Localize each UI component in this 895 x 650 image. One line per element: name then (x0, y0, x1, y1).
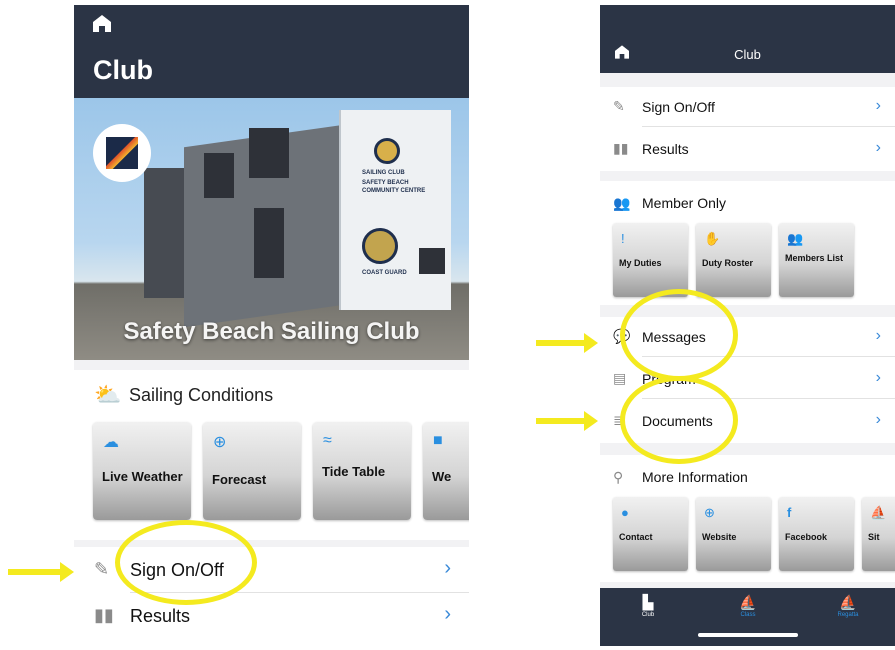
globe-icon: ⊕ (704, 505, 715, 520)
pen-icon: ✎ (613, 98, 625, 114)
tab-class[interactable]: ⛵ Class (718, 594, 778, 618)
duty-roster-tile[interactable]: ✋ Duty Roster (696, 223, 771, 297)
section-title: More Information (642, 469, 748, 485)
tile-label: Website (702, 532, 737, 542)
tab-club[interactable]: ▙ Club (618, 594, 678, 618)
book-icon: ▮▮ (94, 605, 114, 625)
top-menu-list: ✎ Sign On/Off › ▮▮ Results › (600, 87, 895, 171)
sail-icon: ⛵ (739, 594, 757, 610)
tile-label: Contact (619, 532, 653, 542)
tile-label: Duty Roster (702, 258, 754, 268)
member-only-section: 👥 Member Only ! My Duties ✋ Duty Roster … (600, 181, 895, 305)
hero-caption: Safety Beach Sailing Club (123, 318, 420, 345)
people-icon: 👥 (613, 195, 631, 211)
tile-label: Sit (868, 532, 880, 542)
row-label: Results (642, 141, 689, 157)
tile-label: My Duties (619, 258, 662, 268)
exclamation-icon: ! (621, 231, 625, 246)
building-window (254, 208, 284, 278)
tile-label: Members List (785, 253, 844, 263)
clubhouse-icon: ▙ (642, 594, 654, 610)
chevron-right-icon: › (444, 603, 451, 625)
club-header: Club (74, 5, 469, 98)
pin-icon: ● (621, 505, 629, 520)
chevron-right-icon: › (875, 139, 881, 156)
building-sign: SAILING CLUB (362, 170, 405, 176)
forecast-tile[interactable]: ⊕ Forecast (203, 422, 301, 520)
pointer-arrow (536, 411, 598, 431)
coast-guard-emblem (362, 228, 398, 264)
pen-icon: ✎ (94, 559, 110, 579)
section-title: Sailing Conditions (129, 385, 274, 405)
page-title: Club (93, 55, 153, 85)
live-weather-tile[interactable]: ☁ Live Weather (93, 422, 191, 520)
boat-icon: ⛵ (870, 505, 887, 520)
screenshot-stage: Club SAILING CLUB SAFETY BEACH COMMUNITY… (0, 0, 895, 650)
building-window (249, 128, 289, 178)
cloud-sun-icon: ☁ (103, 434, 119, 451)
club-logo (93, 124, 151, 182)
sailing-club-emblem (374, 138, 400, 164)
results-row[interactable]: ▮▮ Results › (600, 129, 895, 169)
sail-icon: ⛵ (839, 594, 857, 610)
website-tile[interactable]: ⊕ Website (696, 497, 771, 571)
chevron-right-icon: › (875, 327, 881, 344)
tab-regatta[interactable]: ⛵ Regatta (818, 594, 878, 618)
row-divider (642, 126, 895, 127)
highlight-ring (115, 520, 257, 605)
tab-label: Regatta (837, 612, 859, 618)
pin-outline-icon: ⚲ (613, 469, 624, 485)
my-duties-tile[interactable]: ! My Duties (613, 223, 688, 297)
section-title: Member Only (642, 195, 727, 211)
tab-label: Club (641, 612, 655, 618)
square-icon: ■ (433, 432, 443, 449)
chevron-right-icon: › (875, 97, 881, 114)
tile-label: Live Weather (102, 469, 183, 484)
club-header: Club (600, 5, 895, 73)
club-hero-image: SAILING CLUB SAFETY BEACH COMMUNITY CENT… (74, 98, 469, 360)
chevron-right-icon: › (444, 557, 451, 579)
more-information-section: ⚲ More Information ● Contact ⊕ Website f… (600, 455, 895, 582)
bottom-tab-bar: ▙ Club ⛵ Class ⛵ Regatta (600, 588, 895, 646)
results-row[interactable]: ▮▮ Results › (74, 593, 469, 639)
magnifier-icon: ⊕ (213, 434, 227, 451)
tile-label: Tide Table (322, 464, 386, 479)
facebook-icon: f (787, 505, 792, 520)
building-sign: COMMUNITY CENTRE (362, 188, 426, 194)
people-icon: 👥 (787, 231, 804, 246)
weather-partial-tile[interactable]: ■ We (423, 422, 469, 520)
members-list-tile[interactable]: 👥 Members List (779, 223, 854, 297)
book-icon: ▮▮ (613, 140, 629, 156)
tide-table-tile[interactable]: ≈ Tide Table (313, 422, 411, 520)
row-label: Results (130, 606, 191, 626)
tile-label: Forecast (212, 472, 267, 487)
building-sign: SAFETY BEACH (362, 180, 409, 186)
highlight-ring (620, 376, 738, 464)
building-window (419, 248, 445, 274)
tab-label: Class (740, 612, 756, 618)
home-icon[interactable] (93, 15, 111, 32)
building-window (204, 153, 234, 198)
doc-icon: ▤ (613, 370, 627, 386)
highlight-ring (620, 289, 738, 381)
home-indicator (698, 633, 798, 637)
chevron-right-icon: › (875, 411, 881, 428)
building-sign: COAST GUARD (362, 270, 407, 276)
sailing-conditions-section: ⛅ Sailing Conditions ☁ Live Weather ⊕ Fo… (74, 370, 469, 540)
tile-label: Facebook (785, 532, 828, 542)
handshake-icon: ✋ (704, 231, 721, 246)
pointer-arrow (8, 562, 74, 582)
chevron-right-icon: › (875, 369, 881, 386)
pointer-arrow (536, 333, 598, 353)
cloud-sun-icon: ⛅ (94, 382, 122, 407)
wave-icon: ≈ (323, 432, 332, 449)
tile-label: We (432, 469, 452, 484)
row-label: Sign On/Off (642, 99, 715, 115)
contact-tile[interactable]: ● Contact (613, 497, 688, 571)
partial-tile[interactable]: ⛵ Sit (862, 497, 895, 571)
sign-on-off-row[interactable]: ✎ Sign On/Off › (600, 87, 895, 127)
facebook-tile[interactable]: f Facebook (779, 497, 854, 571)
page-title: Club (734, 47, 761, 62)
